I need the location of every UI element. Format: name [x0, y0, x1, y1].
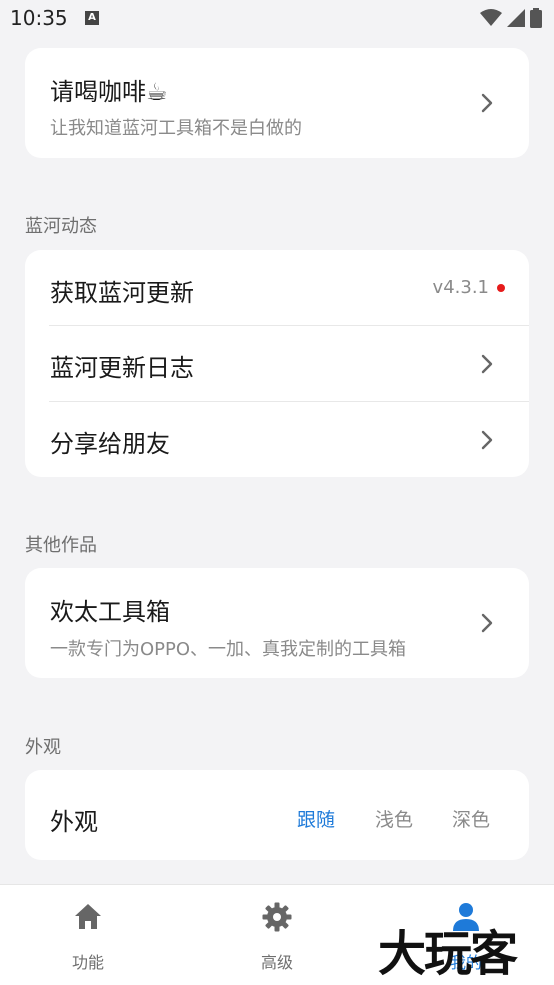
section-label-appearance: 外观	[25, 737, 61, 758]
watermark: 大玩客	[378, 926, 518, 982]
battery-icon	[530, 8, 542, 28]
appearance-option-dark[interactable]: 深色	[452, 805, 490, 832]
appearance-title: 外观	[50, 808, 98, 836]
coffee-card[interactable]: 请喝咖啡☕ 让我知道蓝河工具箱不是白做的	[25, 48, 529, 158]
changelog-label: 蓝河更新日志	[50, 354, 194, 382]
section-label-updates: 蓝河动态	[25, 216, 97, 237]
section-label-others: 其他作品	[25, 535, 97, 556]
status-time: 10:35	[10, 6, 68, 30]
get-update-label: 获取蓝河更新	[50, 279, 194, 307]
appearance-option-follow[interactable]: 跟随	[297, 805, 335, 832]
coffee-subtitle: 让我知道蓝河工具箱不是白做的	[50, 118, 302, 139]
appearance-card: 外观 跟随 浅色 深色	[25, 770, 529, 860]
updates-card: 获取蓝河更新 v4.3.1 蓝河更新日志 分享给朋友	[25, 250, 529, 477]
status-bar: 10:35 A	[0, 0, 554, 38]
share-label: 分享给朋友	[50, 430, 170, 458]
other-works-title: 欢太工具箱	[50, 598, 170, 626]
status-indicators	[480, 8, 542, 28]
version-label: v4.3.1	[432, 277, 489, 298]
nav-label-advanced: 高级	[260, 953, 293, 972]
get-update-row[interactable]: 获取蓝河更新 v4.3.1	[25, 250, 529, 325]
nav-item-advanced[interactable]: 高级	[217, 885, 337, 985]
other-works-subtitle: 一款专门为OPPO、一加、真我定制的工具箱	[50, 639, 407, 660]
nav-label-features: 功能	[71, 953, 104, 972]
wifi-icon	[480, 9, 502, 26]
chevron-right-icon	[481, 613, 493, 633]
home-icon	[75, 904, 101, 929]
coffee-title: 请喝咖啡☕	[50, 78, 168, 106]
nav-item-features[interactable]: 功能	[28, 885, 148, 985]
chevron-right-icon	[481, 354, 493, 374]
chevron-right-icon	[481, 430, 493, 450]
update-badge	[497, 284, 505, 292]
share-row[interactable]: 分享给朋友	[25, 402, 529, 477]
appearance-option-light[interactable]: 浅色	[375, 805, 413, 832]
gear-icon	[262, 902, 292, 932]
signal-icon	[507, 9, 525, 27]
other-works-card[interactable]: 欢太工具箱 一款专门为OPPO、一加、真我定制的工具箱	[25, 568, 529, 678]
chevron-right-icon	[481, 93, 493, 113]
changelog-row[interactable]: 蓝河更新日志	[25, 326, 529, 401]
notification-a-icon: A	[85, 11, 99, 25]
